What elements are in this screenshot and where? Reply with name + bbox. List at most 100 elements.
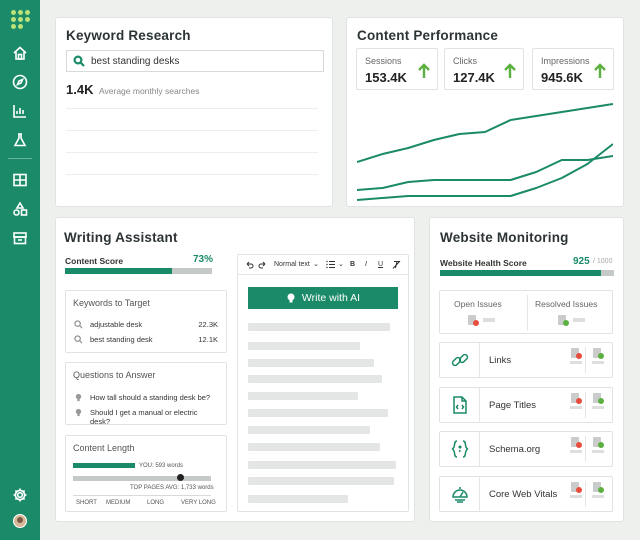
archive-icon[interactable] xyxy=(11,229,29,247)
text-style-select[interactable]: Normal text xyxy=(274,261,310,268)
metric-sessions[interactable]: Sessions 153.4K xyxy=(356,48,438,90)
italic-button[interactable]: I xyxy=(365,261,367,268)
chevron-down-icon: ⌄ xyxy=(313,261,319,268)
scale-label: SHORT xyxy=(76,500,97,506)
card-title: Content Performance xyxy=(357,28,499,43)
search-icon xyxy=(74,320,83,329)
ok-status-icon xyxy=(592,482,606,498)
redo-icon[interactable] xyxy=(258,260,267,269)
link-icon xyxy=(440,343,480,377)
card-title: Website Monitoring xyxy=(440,230,569,245)
table-icon[interactable] xyxy=(11,171,29,189)
panel-title: Keywords to Target xyxy=(73,298,150,308)
monitor-label: Page Titles xyxy=(489,400,536,411)
keyword-row[interactable]: adjustable desk 22.3K xyxy=(74,319,218,331)
ok-status-icon xyxy=(557,315,571,329)
health-score-value: 925 xyxy=(573,256,590,267)
writing-assistant-card: Writing Assistant Content Score 73% Keyw… xyxy=(55,217,415,522)
text-editor[interactable]: Normal text ⌄ ⌄ B I U Write with AI xyxy=(237,254,409,512)
placeholder-line xyxy=(483,318,495,322)
underline-button[interactable]: U xyxy=(378,261,383,268)
metric-value: 127.4K xyxy=(453,70,495,85)
monitor-row-page-titles[interactable]: Page Titles xyxy=(439,387,613,423)
write-with-ai-button[interactable]: Write with AI xyxy=(248,287,398,309)
card-title: Writing Assistant xyxy=(64,230,178,245)
shapes-icon[interactable] xyxy=(11,200,29,218)
arrow-up-icon xyxy=(594,63,606,78)
chart-gridline xyxy=(66,152,318,153)
arrow-up-icon xyxy=(418,63,430,78)
bold-button[interactable]: B xyxy=(350,261,355,268)
monitor-row-links[interactable]: Links xyxy=(439,342,613,378)
monitor-label: Schema.org xyxy=(489,444,541,455)
bar-chart-icon[interactable] xyxy=(11,102,29,120)
panel-title: Content Length xyxy=(73,443,135,453)
speed-icon xyxy=(440,477,480,511)
placeholder-line xyxy=(248,409,388,417)
placeholder-line xyxy=(248,461,396,469)
monitor-row-core-web-vitals[interactable]: Core Web Vitals xyxy=(439,476,613,512)
row-divider xyxy=(585,481,586,507)
health-score-bar xyxy=(440,270,614,276)
sidebar xyxy=(0,0,40,540)
placeholder-line xyxy=(573,318,585,322)
flask-icon[interactable] xyxy=(11,131,29,149)
search-icon xyxy=(73,55,85,67)
metric-label: Impressions xyxy=(541,56,590,66)
lightbulb-icon xyxy=(75,408,82,417)
logo-icon[interactable] xyxy=(11,10,30,29)
error-status-icon xyxy=(570,437,584,453)
undo-icon[interactable] xyxy=(245,260,254,269)
question-text: Should I get a manual or electric desk? xyxy=(90,408,198,426)
chart-series-line-2 xyxy=(357,155,613,191)
issues-summary: Open Issues Resolved Issues xyxy=(439,290,613,334)
scale-divider xyxy=(73,495,211,496)
row-divider xyxy=(585,392,586,418)
chart-series-line-3 xyxy=(357,143,613,201)
placeholder-line xyxy=(248,342,360,350)
search-value: best standing desks xyxy=(91,55,180,67)
keyword-volume: 22.3K xyxy=(198,320,218,329)
list-icon[interactable] xyxy=(326,260,336,269)
placeholder-line xyxy=(248,323,390,331)
monitor-row-schema[interactable]: Schema.org xyxy=(439,431,613,467)
document-code-icon xyxy=(440,388,480,422)
error-status-icon xyxy=(570,348,584,364)
health-score-max: / 1000 xyxy=(593,258,613,265)
open-issues-label[interactable]: Open Issues xyxy=(454,299,502,309)
error-status-icon xyxy=(467,315,481,329)
question-row[interactable]: Should I get a manual or electric desk? xyxy=(74,407,218,426)
ok-status-icon xyxy=(592,348,606,364)
braces-icon xyxy=(440,432,480,466)
keyword-research-card: Keyword Research best standing desks 1.4… xyxy=(55,17,333,207)
metric-clicks[interactable]: Clicks 127.4K xyxy=(444,48,524,90)
placeholder-line xyxy=(248,495,348,503)
health-score-label: Website Health Score xyxy=(440,258,527,268)
scale-label: VERY LONG xyxy=(181,500,216,506)
chart-gridline xyxy=(66,174,318,175)
keyword-search-input[interactable]: best standing desks xyxy=(66,50,324,72)
lightbulb-icon xyxy=(287,293,295,303)
editor-toolbar: Normal text ⌄ ⌄ B I U xyxy=(238,255,408,275)
search-volume-label: Average monthly searches xyxy=(99,86,200,96)
metric-impressions[interactable]: Impressions 945.6K xyxy=(532,48,614,90)
placeholder-line xyxy=(248,392,358,400)
monitor-label: Links xyxy=(489,355,512,366)
metric-label: Sessions xyxy=(365,56,402,66)
gear-icon[interactable] xyxy=(11,486,29,504)
keyword-term: adjustable desk xyxy=(90,320,143,329)
keyword-row[interactable]: best standing desk 12.1K xyxy=(74,334,218,346)
avatar[interactable] xyxy=(13,514,27,528)
website-monitoring-card: Website Monitoring Website Health Score … xyxy=(429,217,624,522)
resolved-issues-label[interactable]: Resolved Issues xyxy=(535,299,597,309)
monitor-label: Core Web Vitals xyxy=(489,489,558,500)
performance-line-chart xyxy=(357,103,613,201)
home-icon[interactable] xyxy=(11,44,29,62)
top-pages-marker xyxy=(177,474,184,481)
question-row[interactable]: How tall should a standing desk be? xyxy=(74,392,218,404)
panel-title: Questions to Answer xyxy=(73,370,156,380)
clear-format-icon[interactable] xyxy=(392,260,401,269)
compass-icon[interactable] xyxy=(11,73,29,91)
your-length-bar xyxy=(73,463,135,468)
metric-label: Clicks xyxy=(453,56,477,66)
